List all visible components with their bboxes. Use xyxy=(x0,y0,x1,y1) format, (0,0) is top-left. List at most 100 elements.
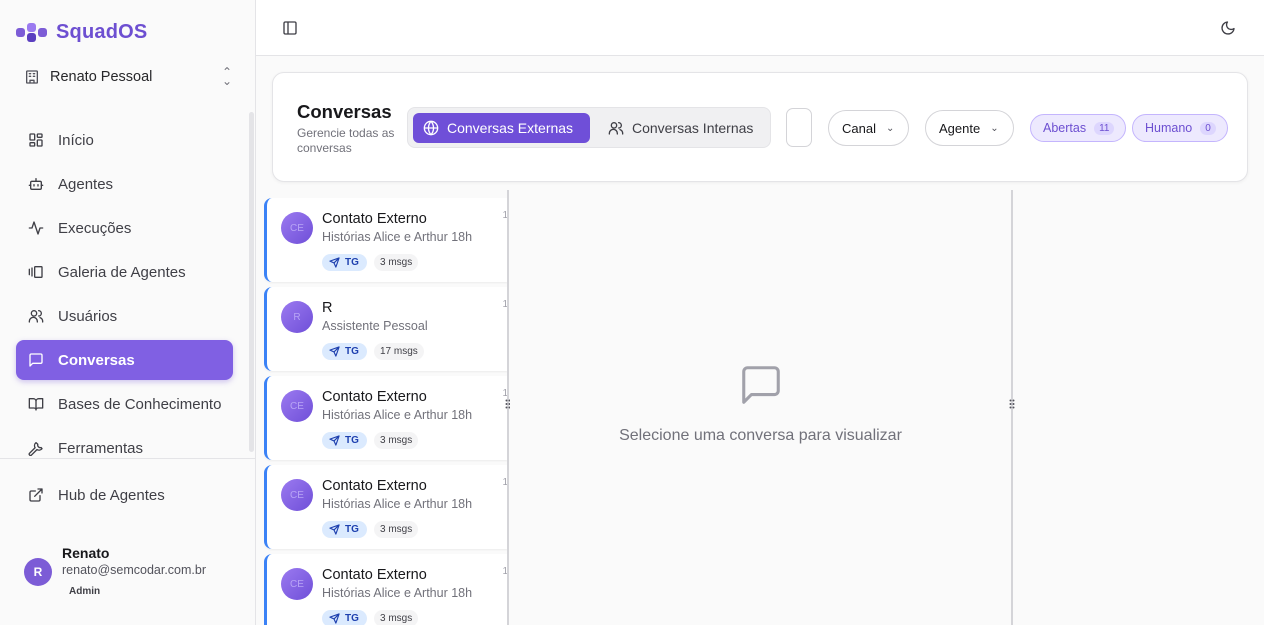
sidebar-item-label: Conversas xyxy=(58,351,135,369)
agent-filter-label: Agente xyxy=(939,120,981,136)
channel-badge: TG xyxy=(322,521,367,538)
conversation-type-tabs: Conversas Externas Conversas Internas xyxy=(407,107,771,148)
user-role: Admin xyxy=(69,586,101,597)
channel-badge: TG xyxy=(322,343,367,360)
channel-badge: TG xyxy=(322,254,367,271)
sidebar-item-agentes[interactable]: Agentes xyxy=(16,164,233,204)
avatar: CE xyxy=(281,212,313,244)
sidebar-item-label: Execuções xyxy=(58,219,132,237)
logo-icon xyxy=(16,20,48,44)
conversations-header: Conversas Gerencie todas as conversas Co… xyxy=(272,72,1248,182)
user-email: renato@semcodar.com.br xyxy=(62,563,207,577)
sidebar-item-label: Bases de Conhecimento xyxy=(58,395,222,413)
sidebar-item-bases[interactable]: Bases de Conhecimento xyxy=(16,384,233,424)
message-count-badge: 17 msgs xyxy=(374,343,424,360)
tab-conversas-externas[interactable]: Conversas Externas xyxy=(413,113,590,143)
resize-grip-icon[interactable] xyxy=(1008,397,1016,411)
conversation-agent: Histórias Alice e Arthur 18h xyxy=(322,586,473,600)
workspace-switcher[interactable]: Renato Pessoal ⌃ ⌄ xyxy=(16,62,240,92)
empty-state-text: Selecione uma conversa para visualizar xyxy=(619,427,902,444)
avatar: CE xyxy=(281,568,313,600)
send-icon xyxy=(329,613,340,624)
conversation-list: CE Contato Externo Histórias Alice e Art… xyxy=(264,190,508,625)
page-title: Conversas xyxy=(297,101,392,122)
send-icon xyxy=(329,524,340,535)
sidebar-item-galeria[interactable]: Galeria de Agentes xyxy=(16,252,233,292)
activity-icon xyxy=(28,221,44,235)
dashboard-icon xyxy=(29,133,43,147)
app-name: SquadOS xyxy=(56,20,148,43)
conversation-item[interactable]: CE Contato Externo Histórias Alice e Art… xyxy=(264,465,508,549)
sidebar-item-hub[interactable]: Hub de Agentes xyxy=(16,475,233,515)
pill-count: 11 xyxy=(1094,121,1115,135)
chevron-down-icon: ⌄ xyxy=(885,122,895,134)
conversation-item[interactable]: CE Contato Externo Histórias Alice e Art… xyxy=(264,554,508,625)
conversation-item[interactable]: CE Contato Externo Histórias Alice e Art… xyxy=(264,198,508,282)
conversation-title: Contato Externo xyxy=(322,567,427,583)
conversation-item[interactable]: R R Assistente Pessoal TG 17 msgs 1 xyxy=(264,287,508,371)
sidebar-item-ferramentas[interactable]: Ferramentas xyxy=(16,428,233,468)
send-icon xyxy=(329,257,340,268)
avatar: R xyxy=(281,301,313,333)
chevron-down-icon: ⌄ xyxy=(990,122,999,134)
agent-filter-select[interactable]: Agente ⌄ xyxy=(925,110,1014,146)
tab-label: Conversas Internas xyxy=(632,120,754,136)
channel-filter-label: Canal xyxy=(842,120,876,136)
gallery-icon xyxy=(28,266,43,278)
sidebar-item-conversas[interactable]: Conversas xyxy=(16,340,233,380)
users-icon xyxy=(28,310,44,323)
users-icon xyxy=(608,122,624,135)
channel-badge: TG xyxy=(322,432,367,449)
conversation-title: Contato Externo xyxy=(322,211,427,227)
conversation-title: R xyxy=(322,300,333,316)
wrench-icon xyxy=(28,442,43,456)
sidebar-item-label: Usuários xyxy=(58,307,118,325)
tab-conversas-internas[interactable]: Conversas Internas xyxy=(598,113,768,143)
sidebar-divider xyxy=(0,458,256,459)
sidebar-nav: Início Agentes Execuções Galeria de Agen… xyxy=(16,120,233,472)
tab-label: Conversas Externas xyxy=(447,120,574,136)
sidebar-item-inicio[interactable]: Início xyxy=(16,120,233,160)
conversation-title: Contato Externo xyxy=(322,478,427,494)
sidebar-item-label: Ferramentas xyxy=(58,439,144,457)
filter-pill-humano[interactable]: Humano 0 xyxy=(1132,114,1228,142)
sidebar-item-label: Hub de Agentes xyxy=(58,486,165,504)
sidebar-item-usuarios[interactable]: Usuários xyxy=(16,296,233,336)
logo[interactable]: SquadOS xyxy=(16,20,147,44)
moon-icon[interactable] xyxy=(1220,20,1236,36)
page-subtitle: Gerencie todas as conversas xyxy=(297,126,395,155)
sidebar-scrollbar[interactable] xyxy=(249,112,254,452)
globe-icon xyxy=(423,120,439,136)
chevrons-up-down-icon: ⌃ ⌄ xyxy=(221,65,232,88)
workspace-name: Renato Pessoal xyxy=(50,69,153,85)
sidebar: SquadOS Renato Pessoal ⌃ ⌄ Início Agentes… xyxy=(0,0,256,625)
sidebar-item-label: Galeria de Agentes xyxy=(58,263,186,281)
channel-badge: TG xyxy=(322,610,367,625)
message-icon xyxy=(29,353,43,367)
message-count-badge: 3 msgs xyxy=(374,610,419,625)
conversation-agent: Histórias Alice e Arthur 18h xyxy=(322,497,473,511)
avatar: CE xyxy=(281,479,313,511)
user-name: Renato xyxy=(62,545,110,561)
message-count-badge: 3 msgs xyxy=(374,521,419,538)
channel-filter-select[interactable]: Canal ⌄ xyxy=(828,110,909,146)
conversation-title: Contato Externo xyxy=(322,389,427,405)
sidebar-item-label: Início xyxy=(58,131,94,149)
building-icon xyxy=(26,70,38,84)
conversation-agent: Histórias Alice e Arthur 18h xyxy=(322,408,473,422)
sidebar-item-label: Agentes xyxy=(58,175,114,193)
conversation-agent: Assistente Pessoal xyxy=(322,319,428,333)
sidebar-item-execucoes[interactable]: Execuções xyxy=(16,208,233,248)
send-icon xyxy=(329,435,340,446)
filter-pill-abertas[interactable]: Abertas 11 xyxy=(1030,114,1126,142)
avatar: R xyxy=(24,558,52,586)
external-link-icon xyxy=(29,488,43,502)
conversation-item[interactable]: CE Contato Externo Histórias Alice e Art… xyxy=(264,376,508,460)
message-count-badge: 3 msgs xyxy=(374,432,419,449)
pill-count: 0 xyxy=(1200,121,1216,135)
pill-label: Abertas xyxy=(1043,121,1087,135)
topbar xyxy=(256,0,1264,56)
sidebar-toggle-icon[interactable] xyxy=(282,20,298,36)
hub-section: Hub de Agentes xyxy=(16,475,233,519)
search-toggle-button[interactable] xyxy=(786,108,812,147)
